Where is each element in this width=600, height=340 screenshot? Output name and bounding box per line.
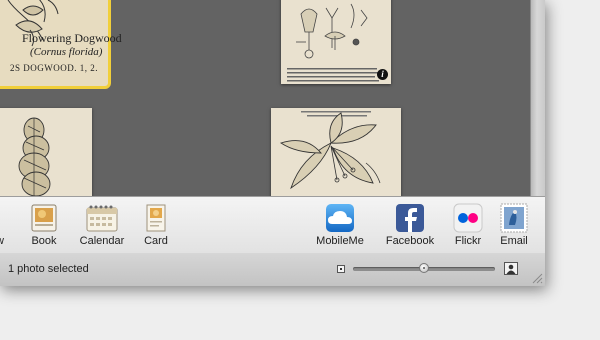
email-button[interactable]: Email: [496, 203, 532, 251]
facebook-label: Facebook: [385, 235, 435, 247]
photo-browser-grid[interactable]: Flowering Dogwood (Cornus florida) 2S DO…: [0, 0, 530, 196]
vertical-scrollbar[interactable]: [530, 0, 545, 196]
stamp-icon: [500, 203, 528, 233]
large-thumbnail-icon[interactable]: [504, 262, 518, 275]
lupine-illustration: [18, 117, 51, 196]
calendar-icon: [86, 205, 118, 232]
mobileme-button[interactable]: MobileMe: [312, 203, 368, 251]
status-bar: 1 photo selected: [0, 253, 545, 286]
book-label: Book: [31, 235, 57, 247]
small-thumbnail-icon[interactable]: [337, 265, 345, 273]
calendar-label: Calendar: [79, 235, 125, 247]
email-label: Email: [500, 235, 528, 247]
lily-illustration: [279, 111, 381, 190]
photo-thumbnail-dogwood[interactable]: Flowering Dogwood (Cornus florida) 2S DO…: [0, 0, 122, 89]
bottom-toolbar: w Book: [0, 196, 545, 254]
facebook-button[interactable]: Facebook: [382, 203, 438, 251]
anatomy-illustration: [287, 3, 382, 82]
card-icon: [146, 204, 166, 232]
selection-status-text: 1 photo selected: [8, 263, 89, 275]
resize-grip-icon[interactable]: [531, 272, 543, 284]
photo-caption-title: Flowering Dogwood: [22, 31, 122, 45]
photo-thumbnail-anatomy[interactable]: i: [281, 0, 391, 84]
zoom-slider[interactable]: [353, 263, 495, 273]
flickr-label: Flickr: [454, 235, 482, 247]
flickr-button[interactable]: Flickr: [449, 203, 487, 251]
photo-thumbnail-lily[interactable]: [271, 108, 401, 196]
iphoto-window: Flowering Dogwood (Cornus florida) 2S DO…: [0, 0, 545, 286]
book-icon: [31, 204, 57, 232]
cloud-icon: [326, 204, 354, 232]
mobileme-label: MobileMe: [316, 235, 364, 247]
slideshow-label: w: [0, 235, 14, 247]
zoom-slider-knob[interactable]: [419, 263, 429, 273]
card-button[interactable]: Card: [140, 203, 172, 251]
calendar-button[interactable]: Calendar: [77, 203, 127, 251]
facebook-icon: [396, 204, 424, 232]
slideshow-button[interactable]: w: [0, 203, 14, 251]
photo-thumbnail-lupine[interactable]: [0, 108, 92, 196]
photo-caption-latin: (Cornus florida): [30, 46, 103, 58]
book-button[interactable]: Book: [27, 203, 61, 251]
photo-caption-plate: 2S DOGWOOD. 1, 2.: [10, 63, 98, 73]
card-label: Card: [144, 235, 168, 247]
flickr-icon: [453, 203, 483, 233]
info-icon[interactable]: i: [377, 69, 388, 80]
